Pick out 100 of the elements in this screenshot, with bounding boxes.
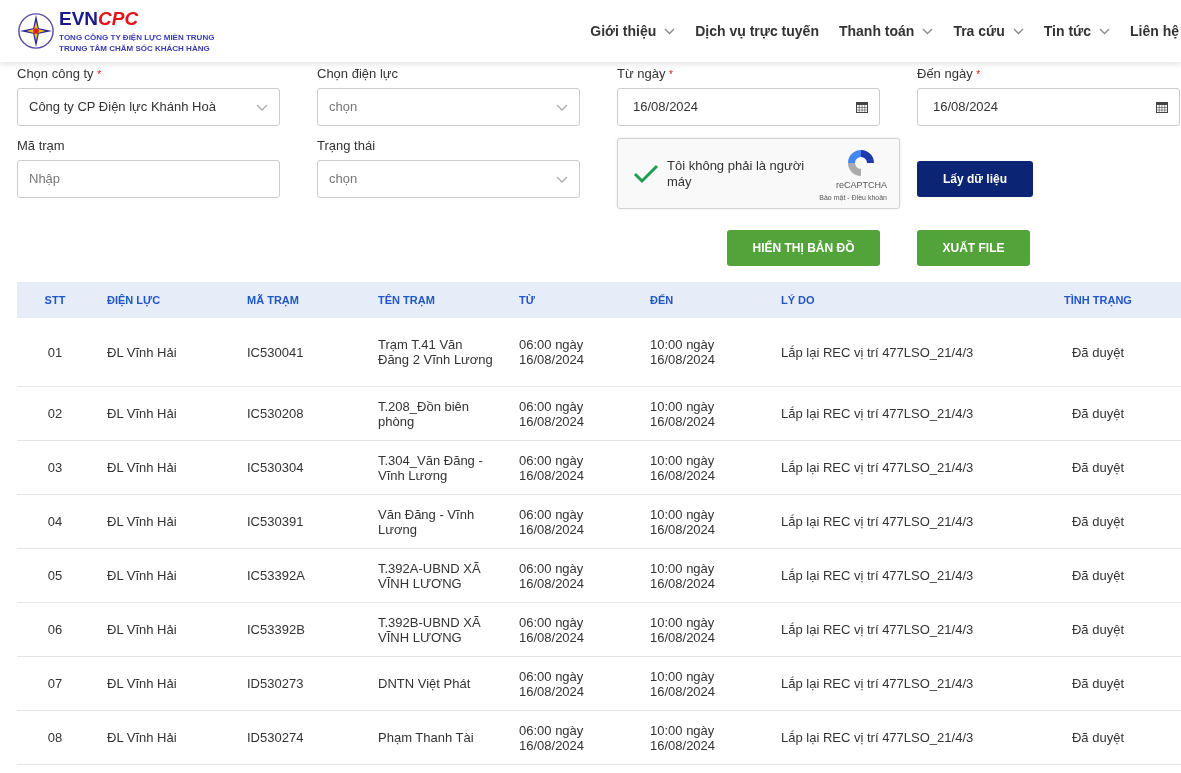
table-cell-text: T.208_Đồn biên phòng [378, 398, 471, 429]
nav-link[interactable]: Giới thiệu [590, 20, 676, 42]
table-cell-text: 10:00 ngày 16/08/2024 [650, 506, 717, 537]
calendar-icon [1156, 101, 1168, 113]
captcha-label: Tôi không phải là người máy [667, 157, 806, 190]
chevron-down-icon [556, 175, 568, 183]
column-header: TỪ [519, 292, 535, 308]
table-cell: 03 [47, 460, 63, 475]
get-data-button[interactable]: Lấy dữ liệu [917, 161, 1033, 197]
table-cell: ID530274 [247, 730, 304, 745]
table-cell: Đã duyệt [1071, 460, 1124, 475]
column-header: STT [44, 292, 66, 308]
table-cell: Đã duyệt [1071, 514, 1124, 529]
table-cell-text: Trạm T.41 Văn Đăng 2 Vĩnh Lương [378, 337, 494, 367]
table-cell-text: 06:00 ngày 16/08/2024 [519, 337, 586, 367]
table-cell: IC530208 [247, 406, 304, 421]
table-cell: Lắp lại REC vị trí 477LSO_21/4/3 [781, 406, 974, 421]
table-cell-text: 10:00 ngày 16/08/2024 [650, 560, 717, 591]
nav-link[interactable]: Tra cứu [953, 20, 1024, 42]
table-cell: Đã duyệt [1071, 568, 1124, 583]
table-cell: IC530041 [247, 344, 304, 360]
table-cell: Phạm Thanh Tài [378, 730, 474, 745]
table-cell-text: 10:00 ngày 16/08/2024 [650, 398, 717, 429]
table-cell-text: Văn Đăng - Vĩnh Lương [378, 506, 476, 537]
table-cell: IC530391 [247, 514, 304, 529]
table-cell-text: 06:00 ngày 16/08/2024 [519, 560, 586, 591]
column-header: MÃ TRẠM [247, 292, 299, 309]
table-cell-text: 10:00 ngày 16/08/2024 [650, 722, 717, 753]
table-cell: Đã duyệt [1071, 676, 1124, 691]
table-cell: Lắp lại REC vị trí 477LSO_21/4/3 [781, 730, 974, 745]
table-cell: 01 [47, 344, 63, 360]
input-field[interactable]: Nhập [17, 160, 280, 198]
dropdown[interactable]: chọn [317, 160, 580, 198]
nav-link[interactable]: Liên hệ [1130, 20, 1179, 42]
nav-link[interactable]: Thanh toán [838, 20, 934, 42]
table-cell: Lắp lại REC vị trí 477LSO_21/4/3 [781, 460, 974, 475]
table-cell: Lắp lại REC vị trí 477LSO_21/4/3 [781, 622, 974, 637]
table-cell: ĐL Vĩnh Hải [107, 460, 177, 475]
table-cell: ĐL Vĩnh Hải [107, 568, 177, 583]
table-cell: 07 [47, 676, 63, 691]
table-cell: Lắp lại REC vị trí 477LSO_21/4/3 [781, 676, 974, 691]
table-cell: 05 [47, 568, 63, 583]
table-cell: IC53392B [247, 622, 305, 637]
table-cell: Đã duyệt [1071, 622, 1124, 637]
chevron-down-icon [556, 103, 568, 111]
table-cell: Lắp lại REC vị trí 477LSO_21/4/3 [781, 568, 974, 583]
column-header: TÌNH TRẠNG [1064, 292, 1132, 309]
column-header: LÝ DO [781, 292, 815, 308]
table-cell: 08 [47, 730, 63, 745]
table-cell-text: 10:00 ngày 16/08/2024 [650, 614, 717, 645]
table-cell: Đã duyệt [1071, 730, 1124, 745]
field-label: Đến ngày * [917, 66, 982, 82]
table-cell: ĐL Vĩnh Hải [107, 514, 177, 529]
dropdown[interactable]: Công ty CP Điện lực Khánh Hoà [17, 88, 280, 126]
star-logo-icon [17, 12, 55, 50]
calendar-icon [856, 101, 868, 113]
table-cell-text: 06:00 ngày 16/08/2024 [519, 398, 586, 429]
field-label: Từ ngày * [617, 66, 674, 82]
table-cell: Đã duyệt [1071, 406, 1124, 421]
company-subtitle: TRUNG TÂM CHĂM SÓC KHÁCH HÀNG [59, 42, 211, 54]
table-cell: ĐL Vĩnh Hải [107, 406, 177, 421]
field-label: Chọn công ty * [17, 66, 103, 82]
chevron-down-icon [256, 103, 268, 111]
table-cell: 04 [47, 514, 63, 529]
table-cell: Lắp lại REC vị trí 477LSO_21/4/3 [781, 514, 974, 529]
table-cell: Lắp lại REC vị trí 477LSO_21/4/3 [781, 344, 974, 360]
table-cell-text: 06:00 ngày 16/08/2024 [519, 722, 586, 753]
table-cell: DNTN Việt Phát [378, 676, 471, 691]
field-label: Trạng thái [317, 138, 377, 154]
recaptcha-brand: reCAPTCHA [836, 179, 887, 191]
table-cell-text: 10:00 ngày 16/08/2024 [650, 337, 717, 367]
dropdown[interactable]: chọn [317, 88, 580, 126]
column-header: ĐIỆN LỰC [107, 292, 161, 309]
table-cell: IC530304 [247, 460, 304, 475]
table-cell: ĐL Vĩnh Hải [107, 676, 177, 691]
table-cell: 02 [47, 406, 63, 421]
field-label: Chọn điện lực [317, 66, 399, 82]
date-field[interactable]: 16/08/2024 [617, 88, 880, 126]
table-cell: ĐL Vĩnh Hải [107, 730, 177, 745]
table-cell-text: T.392B-UBND XÃ VĨNH LƯƠNG [378, 614, 482, 645]
nav-link[interactable]: Dịch vụ trực tuyến [695, 20, 819, 42]
table-cell-text: 10:00 ngày 16/08/2024 [650, 668, 717, 699]
table-cell: ĐL Vĩnh Hải [107, 622, 177, 637]
table-cell-text: 10:00 ngày 16/08/2024 [650, 452, 717, 483]
table-cell: Đã duyệt [1071, 344, 1124, 360]
brand-name: EVNCPC [59, 8, 140, 28]
company-name: TỔNG CÔNG TY ĐIỆN LỰC MIỀN TRUNG [59, 31, 215, 43]
column-header: TÊN TRẠM [378, 292, 435, 309]
table-cell-text: T.392A-UBND XÃ VĨNH LƯƠNG [378, 560, 482, 591]
table-cell: IC53392A [247, 568, 305, 583]
date-field[interactable]: 16/08/2024 [917, 88, 1180, 126]
table-cell-text: T.304_Văn Đăng - Vĩnh Lương [378, 452, 484, 483]
table-cell: ID530273 [247, 676, 304, 691]
table-cell: 06 [47, 622, 63, 637]
field-label: Mã trạm [17, 138, 66, 154]
table-cell-text: 06:00 ngày 16/08/2024 [519, 614, 586, 645]
table-cell-text: 06:00 ngày 16/08/2024 [519, 668, 586, 699]
nav-link[interactable]: Tin tức [1043, 20, 1110, 42]
column-header: ĐẾN [650, 292, 674, 308]
table-cell: ĐL Vĩnh Hải [107, 344, 177, 360]
